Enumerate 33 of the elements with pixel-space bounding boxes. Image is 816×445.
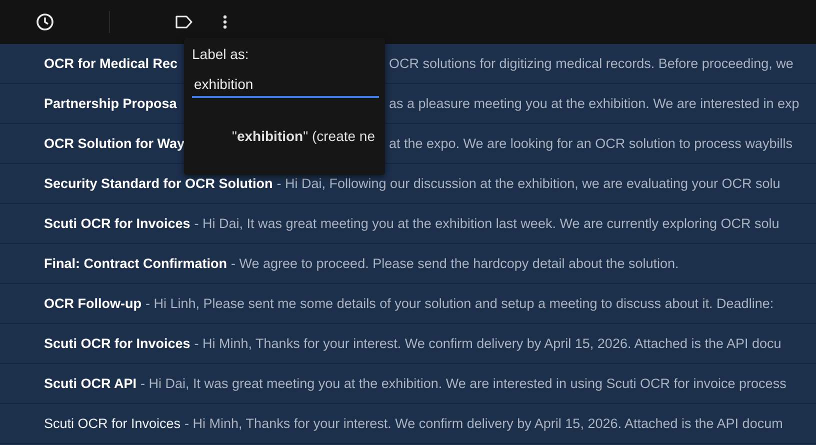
- email-subject: OCR for Medical Rec: [44, 56, 178, 71]
- label-input[interactable]: exhibition: [192, 72, 379, 98]
- email-snippet: as a pleasure meeting you at the exhibition. We are interested in exp: [389, 96, 800, 111]
- more-icon: [223, 15, 227, 29]
- email-snippet: OCR solutions for digitizing medical records. Before proceeding, we: [389, 56, 794, 71]
- email-subject: Scuti OCR API: [44, 376, 137, 391]
- email-row[interactable]: Final: Contract Confirmation - We agree to proceed. Please send the hardcopy detail about the solution.: [0, 244, 816, 284]
- email-snippet: at the expo. We are looking for an OCR solution to process waybills: [389, 136, 792, 151]
- email-row[interactable]: Scuti OCR for Invoices - Hi Minh, Thanks for your interest. We confirm delivery by April 15, 2026. Attached is the API docu: [0, 324, 816, 364]
- email-snippet: - Hi Minh, Thanks for your interest. We confirm delivery by April 15, 2026. Attached is the API docum: [184, 416, 783, 431]
- email-row[interactable]: Scuti OCR API - Hi Dai, It was great meeting you at the exhibition. We are interested in using Scuti OCR for invoice process: [0, 364, 816, 404]
- email-snippet: - Hi Dai, It was great meeting you at the exhibition last week. We are currently exploring OCR solu: [194, 216, 780, 231]
- email-row[interactable]: Scuti OCR for Invoices - Hi Minh, Thanks for your interest. We confirm delivery by April 15, 2026. Attached is the API docum: [0, 404, 816, 444]
- email-snippet: - Hi Linh, Please sent me some details of your solution and setup a meeting to discuss about it. Deadline:: [145, 296, 774, 311]
- email-subject: OCR Follow-up: [44, 296, 142, 311]
- email-subject: Scuti OCR for Invoices: [44, 336, 190, 351]
- email-snippet: - We agree to proceed. Please send the hardcopy detail about the solution.: [231, 256, 679, 271]
- email-row[interactable]: Scuti OCR for Invoices - Hi Dai, It was great meeting you at the exhibition last week. We are currently exploring OCR solu: [0, 204, 816, 244]
- label-icon: [175, 15, 193, 29]
- email-snippet: - Hi Minh, Thanks for your interest. We confirm delivery by April 15, 2026. Attached is the API docu: [194, 336, 782, 351]
- email-subject: Scuti OCR for Invoices: [44, 216, 190, 231]
- email-row[interactable]: OCR Follow-up - Hi Linh, Please sent me some details of your solution and setup a meeting to discuss about it. Deadline:: [0, 284, 816, 324]
- email-snippet: - Hi Dai, It was great meeting you at the exhibition. We are interested in using Scuti OCR for invoice process: [140, 376, 786, 391]
- email-snippet: - Hi Dai, Following our discussion at the exhibition, we are evaluating your OCR solu: [276, 176, 780, 191]
- create-label-option[interactable]: "exhibition" (create ne: [232, 128, 376, 144]
- menu-title: Label as:: [192, 46, 249, 62]
- email-subject: Final: Contract Confirmation: [44, 256, 227, 271]
- clock-icon: [36, 13, 54, 31]
- snooze-button[interactable]: [34, 11, 56, 33]
- email-subject: Scuti OCR for Invoices: [44, 416, 181, 431]
- email-subject: Security Standard for OCR Solution: [44, 176, 273, 191]
- email-subject: OCR Solution for Way: [44, 136, 184, 151]
- email-subject: Partnership Proposa: [44, 96, 177, 111]
